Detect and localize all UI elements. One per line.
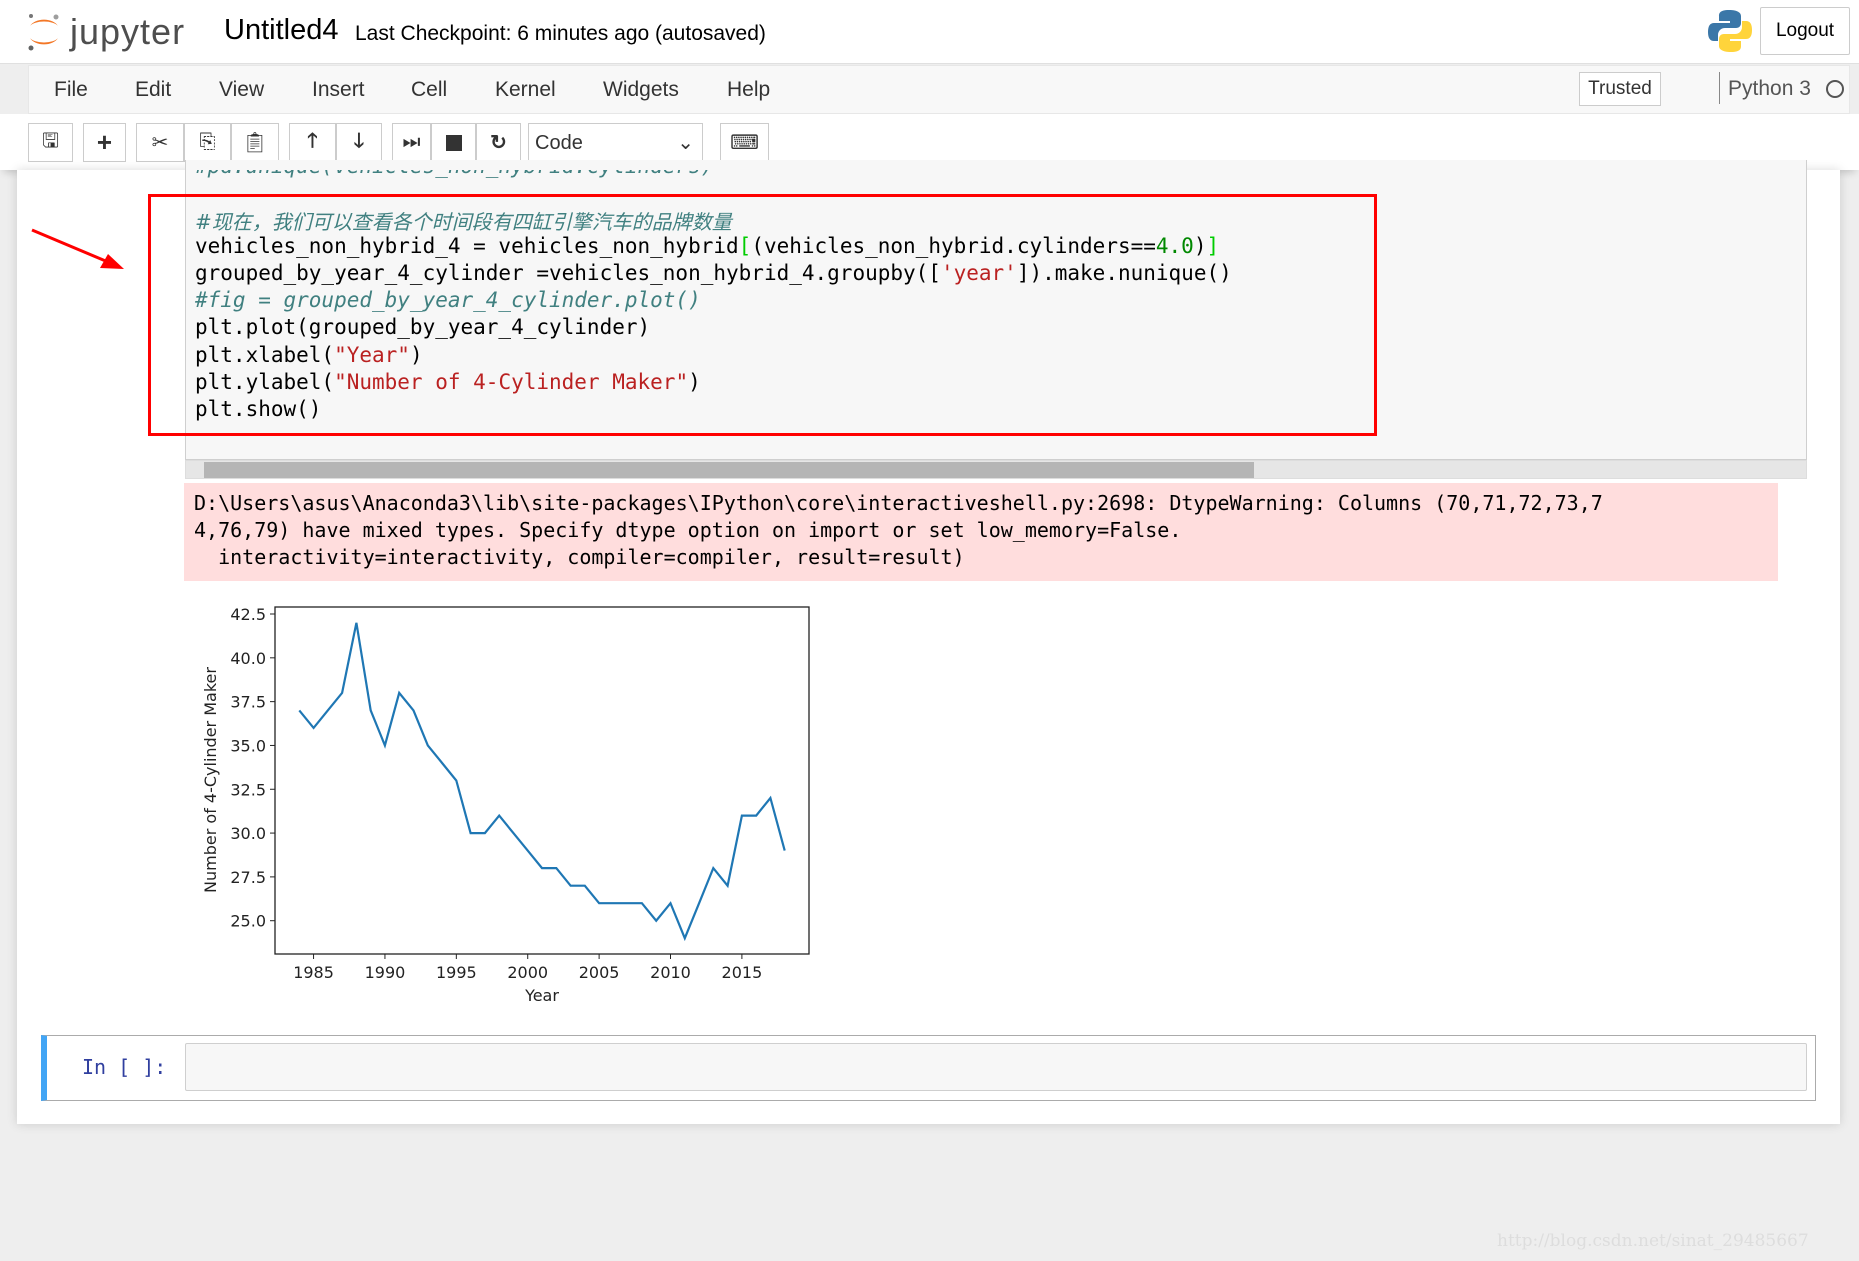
keyboard-icon: ⌨ xyxy=(730,132,759,154)
copy-button[interactable]: ⎘ xyxy=(184,123,231,162)
warning-line: 4,76,79) have mixed types. Specify dtype… xyxy=(194,518,1182,542)
line-chart: 25.0 27.5 30.0 32.5 35.0 37.5 40.0 42.5 1985 1990… xyxy=(201,605,810,1005)
cell-prompt: In [ ]: xyxy=(82,1055,167,1079)
series-line xyxy=(298,622,786,942)
code-input[interactable] xyxy=(185,1043,1807,1091)
warning-output: D:\Users\asus\Anaconda3\lib\site-package… xyxy=(184,483,1778,581)
x-tick-label: 1985 xyxy=(293,963,334,982)
save-icon: 🖫 xyxy=(41,129,60,152)
y-tick-label: 40.0 xyxy=(230,649,266,668)
x-tick-label: 1995 xyxy=(436,963,477,982)
checkpoint-status: Last Checkpoint: 6 minutes ago (autosave… xyxy=(355,22,766,45)
menu-cell[interactable]: Cell xyxy=(411,78,447,102)
y-axis-label: Number of 4-Cylinder Maker xyxy=(201,667,220,893)
command-palette-button[interactable]: ⌨ xyxy=(720,123,769,162)
kernel-name: Python 3 xyxy=(1728,77,1811,100)
x-tick-label: 1990 xyxy=(365,963,406,982)
logo-text: jupyter xyxy=(70,11,186,52)
plus-icon: + xyxy=(96,127,113,157)
run-button[interactable]: ⏭︎ xyxy=(392,123,431,162)
logout-button[interactable]: Logout xyxy=(1760,7,1850,55)
kernel-separator xyxy=(1719,72,1720,104)
save-button[interactable]: 🖫 xyxy=(28,123,73,162)
menu-view[interactable]: View xyxy=(219,78,264,102)
y-tick-label: 35.0 xyxy=(230,736,266,755)
menu-help[interactable]: Help xyxy=(727,78,770,102)
arrow-down-icon: 🡓 xyxy=(353,129,365,152)
header: jupyter Untitled4 Last Checkpoint: 6 min… xyxy=(0,0,1859,64)
arrow-up-icon: 🡑 xyxy=(307,129,318,152)
y-tick-label: 42.5 xyxy=(230,605,266,624)
y-tick-label: 25.0 xyxy=(230,912,266,931)
move-up-button[interactable]: 🡑 xyxy=(289,123,336,162)
jupyter-logo[interactable]: jupyter xyxy=(26,8,185,56)
cut-icon: ✂ xyxy=(151,132,169,154)
axes-frame xyxy=(274,606,810,955)
copy-icon: ⎘ xyxy=(199,131,216,153)
y-tick-label: 30.0 xyxy=(230,824,266,843)
y-tick-label: 37.5 xyxy=(230,693,266,712)
restart-button[interactable]: ↻ xyxy=(476,123,521,162)
trusted-badge[interactable]: Trusted xyxy=(1579,72,1661,106)
paste-button[interactable]: 📋︎ xyxy=(231,123,279,162)
horizontal-scrollbar[interactable] xyxy=(185,460,1807,479)
run-icon: ⏭︎ xyxy=(402,131,421,153)
kernel-idle-icon xyxy=(1826,80,1844,98)
stop-icon xyxy=(445,134,462,151)
red-arrow-icon xyxy=(31,228,124,269)
menu-insert[interactable]: Insert xyxy=(312,78,365,102)
scrollbar-thumb[interactable] xyxy=(204,462,1254,478)
paste-icon: 📋︎ xyxy=(242,132,268,154)
menu-kernel[interactable]: Kernel xyxy=(495,78,556,102)
cell-type-value: Code xyxy=(535,132,583,154)
highlight-box xyxy=(148,194,1377,436)
python-logo-icon xyxy=(1708,10,1752,52)
x-tick-label: 2000 xyxy=(507,963,548,982)
cell-type-select[interactable]: Code ⌄ xyxy=(528,123,703,162)
y-tick-label: 32.5 xyxy=(230,780,266,799)
insert-cell-button[interactable]: + xyxy=(83,123,126,162)
warning-line: D:\Users\asus\Anaconda3\lib\site-package… xyxy=(194,491,1603,515)
menu-widgets[interactable]: Widgets xyxy=(603,78,679,102)
chevron-down-icon: ⌄ xyxy=(677,132,694,154)
notebook-title[interactable]: Untitled4 xyxy=(224,14,338,47)
x-tick-label: 2015 xyxy=(722,963,763,982)
x-tick-label: 2005 xyxy=(579,963,620,982)
menu-bar: File Edit View Insert Cell Kernel Widget… xyxy=(28,65,1850,114)
interrupt-button[interactable] xyxy=(431,123,476,162)
y-tick-label: 27.5 xyxy=(230,868,266,887)
menu-file[interactable]: File xyxy=(54,78,88,102)
cut-button[interactable]: ✂ xyxy=(136,123,184,162)
x-axis-label: Year xyxy=(524,986,559,1005)
warning-line: interactivity=interactivity, compiler=co… xyxy=(194,545,965,569)
move-down-button[interactable]: 🡓 xyxy=(336,123,382,162)
jupyter-logo-icon xyxy=(28,14,59,51)
watermark: http://blog.csdn.net/sinat_29485667 xyxy=(1497,1231,1809,1251)
restart-icon: ↻ xyxy=(490,132,507,154)
menu-edit[interactable]: Edit xyxy=(135,78,171,102)
x-tick-label: 2010 xyxy=(650,963,691,982)
